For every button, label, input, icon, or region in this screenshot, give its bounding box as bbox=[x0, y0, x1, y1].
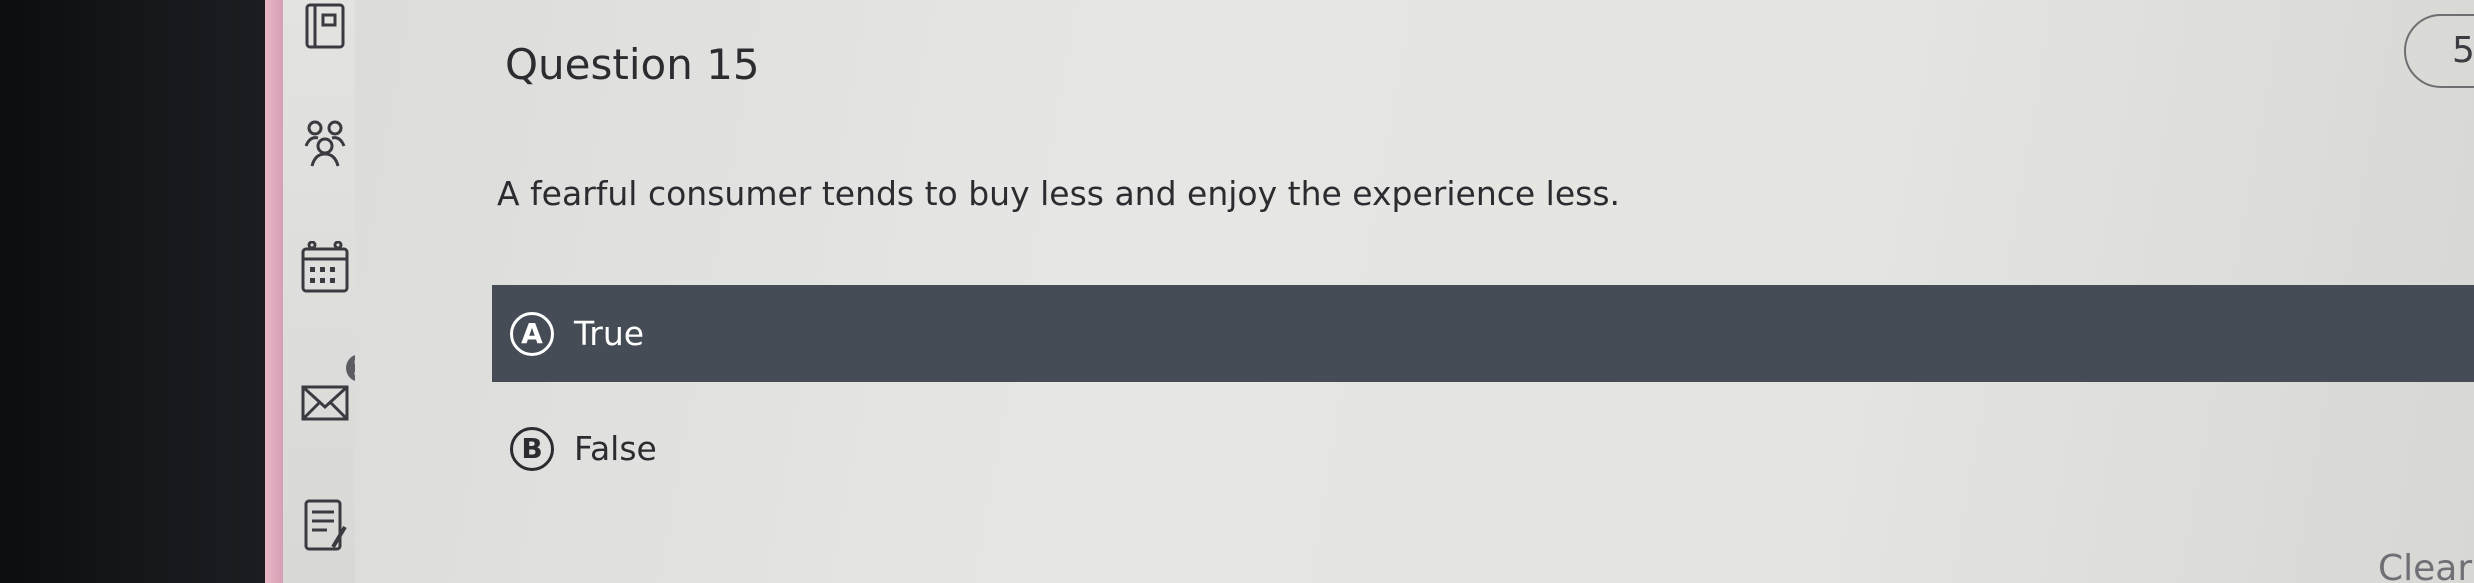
question-title: Question 15 bbox=[505, 40, 760, 89]
groups-icon bbox=[304, 120, 346, 167]
book-icon bbox=[305, 3, 345, 49]
device-bezel bbox=[0, 0, 265, 583]
sidebar-item-inbox[interactable] bbox=[300, 378, 350, 428]
points-value: 5 bbox=[2452, 30, 2474, 71]
sidebar-item-book[interactable] bbox=[300, 2, 350, 52]
question-text: A fearful consumer tends to buy less and… bbox=[497, 174, 1621, 213]
clear-button[interactable]: Clear bbox=[2378, 548, 2472, 583]
answer-label: True bbox=[574, 314, 645, 353]
notes-icon bbox=[304, 499, 347, 551]
window-edge bbox=[265, 0, 283, 583]
sidebar-item-calendar[interactable] bbox=[300, 241, 350, 293]
answer-label: False bbox=[574, 429, 657, 468]
answer-letter-badge: B bbox=[510, 426, 554, 471]
screen: 2 Question 15 A fearful consumer tends t… bbox=[0, 0, 2474, 583]
inbox-icon bbox=[301, 385, 349, 421]
answer-option-true[interactable]: A True bbox=[492, 285, 2474, 382]
answer-option-false[interactable]: B False bbox=[492, 400, 2474, 497]
calendar-icon bbox=[301, 241, 349, 293]
sidebar-item-notes[interactable] bbox=[300, 499, 350, 551]
answer-letter-badge: A bbox=[510, 311, 554, 356]
sidebar-item-groups[interactable] bbox=[300, 118, 350, 168]
